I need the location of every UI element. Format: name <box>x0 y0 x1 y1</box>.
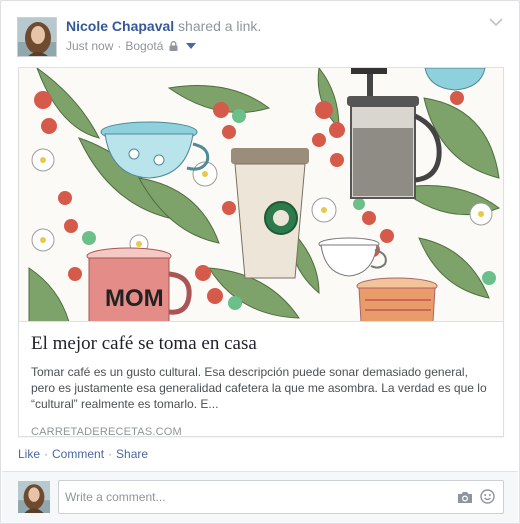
caret-down-icon[interactable] <box>186 43 197 49</box>
link-image[interactable]: MOM <box>19 68 503 322</box>
post-timestamp[interactable]: Just now <box>66 39 113 53</box>
lock-icon <box>169 41 178 51</box>
comment-box <box>58 480 504 514</box>
meta-separator: · <box>117 39 122 53</box>
chevron-down-icon[interactable] <box>489 17 503 27</box>
emoji-icon[interactable] <box>480 489 495 504</box>
post-location[interactable]: Bogotá <box>125 39 163 53</box>
post-actions: Like · Comment · Share <box>18 447 148 461</box>
like-link[interactable]: Like <box>18 447 40 461</box>
link-description: Tomar café es un gusto cultural. Esa des… <box>31 365 487 411</box>
commenter-avatar[interactable] <box>18 481 50 513</box>
camera-icon[interactable] <box>457 491 473 504</box>
mug-text: MOM <box>105 285 164 312</box>
post-meta: Just now · Bogotá <box>66 39 197 53</box>
action-separator: · <box>108 447 113 461</box>
share-link[interactable]: Share <box>116 447 148 461</box>
author-avatar[interactable] <box>17 17 57 57</box>
action-separator: · <box>44 447 49 461</box>
link-domain: CARRETADERECETAS.COM <box>31 426 182 438</box>
post-header: Nicole Chapaval shared a link. Just now … <box>17 15 503 59</box>
link-preview[interactable]: MOM El mejor café se toma en casa Tomar … <box>18 67 504 438</box>
author-name[interactable]: Nicole Chapaval <box>66 18 174 34</box>
comment-input[interactable] <box>65 481 445 513</box>
comment-composer <box>2 471 518 523</box>
author-line: Nicole Chapaval shared a link. <box>66 18 261 34</box>
link-title[interactable]: El mejor café se toma en casa <box>31 332 491 356</box>
comment-link[interactable]: Comment <box>52 447 104 461</box>
post-action-text: shared a link. <box>178 18 262 34</box>
post-card: Nicole Chapaval shared a link. Just now … <box>0 0 520 524</box>
link-text: El mejor café se toma en casa Tomar café… <box>31 332 491 438</box>
